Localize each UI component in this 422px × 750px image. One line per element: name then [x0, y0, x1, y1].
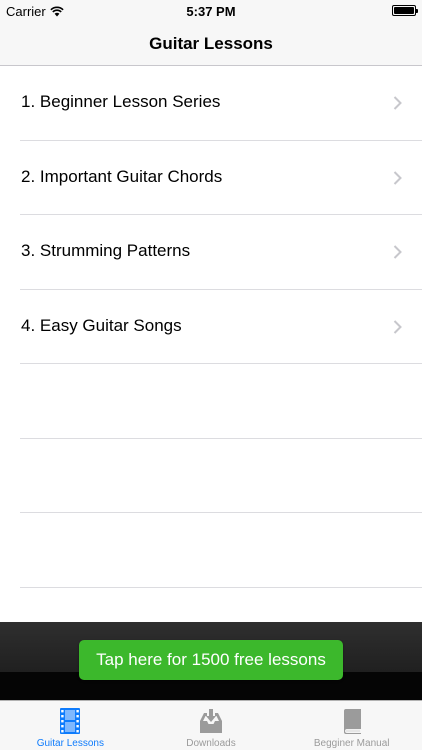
book-icon	[343, 709, 361, 734]
chevron-right-icon	[393, 245, 402, 259]
chevron-right-icon	[393, 170, 402, 185]
empty-row	[0, 364, 422, 439]
lesson-row-label: 3. Strumming Patterns	[21, 241, 191, 260]
empty-row	[0, 513, 422, 588]
navigation-bar: Guitar Lessons	[0, 22, 422, 66]
lesson-row-label: 2. Important Guitar Chords	[21, 166, 223, 186]
status-bar: Carrier 5:37 PM	[0, 0, 422, 22]
tab-downloads[interactable]: Downloads	[141, 701, 282, 750]
lesson-row-label: 1. Beginner Lesson Series	[21, 92, 221, 111]
lesson-row-songs[interactable]: 4. Easy Guitar Songs	[0, 290, 422, 365]
chevron-right-icon	[393, 319, 402, 334]
promo-banner: Tap here for 1500 free lessons	[0, 622, 422, 700]
tab-label: Guitar Lessons	[36, 738, 104, 749]
battery-icon	[392, 5, 418, 16]
lesson-list: 1. Beginner Lesson Series 2. Important G…	[0, 66, 422, 622]
download-tray-icon	[200, 709, 222, 733]
empty-row	[0, 439, 422, 514]
tab-beginner-manual[interactable]: Begginer Manual	[281, 701, 422, 750]
lesson-row-label: 4. Easy Guitar Songs	[21, 315, 182, 335]
lesson-row-chords[interactable]: 2. Important Guitar Chords	[0, 141, 422, 216]
tab-bar: Guitar Lessons Downloads Begginer Manual	[0, 700, 422, 750]
lesson-row-strumming[interactable]: 3. Strumming Patterns	[0, 215, 422, 290]
tab-label: Begginer Manual	[313, 738, 390, 749]
chevron-right-icon	[393, 96, 402, 110]
film-strip-icon	[60, 708, 81, 734]
tab-guitar-lessons[interactable]: Guitar Lessons	[0, 701, 141, 750]
page-title: Guitar Lessons	[149, 34, 273, 53]
status-time: 5:37 PM	[186, 4, 236, 19]
tab-label: Downloads	[186, 738, 236, 749]
free-lessons-button[interactable]: Tap here for 1500 free lessons	[79, 640, 343, 680]
lesson-row-beginner[interactable]: 1. Beginner Lesson Series	[0, 66, 422, 141]
